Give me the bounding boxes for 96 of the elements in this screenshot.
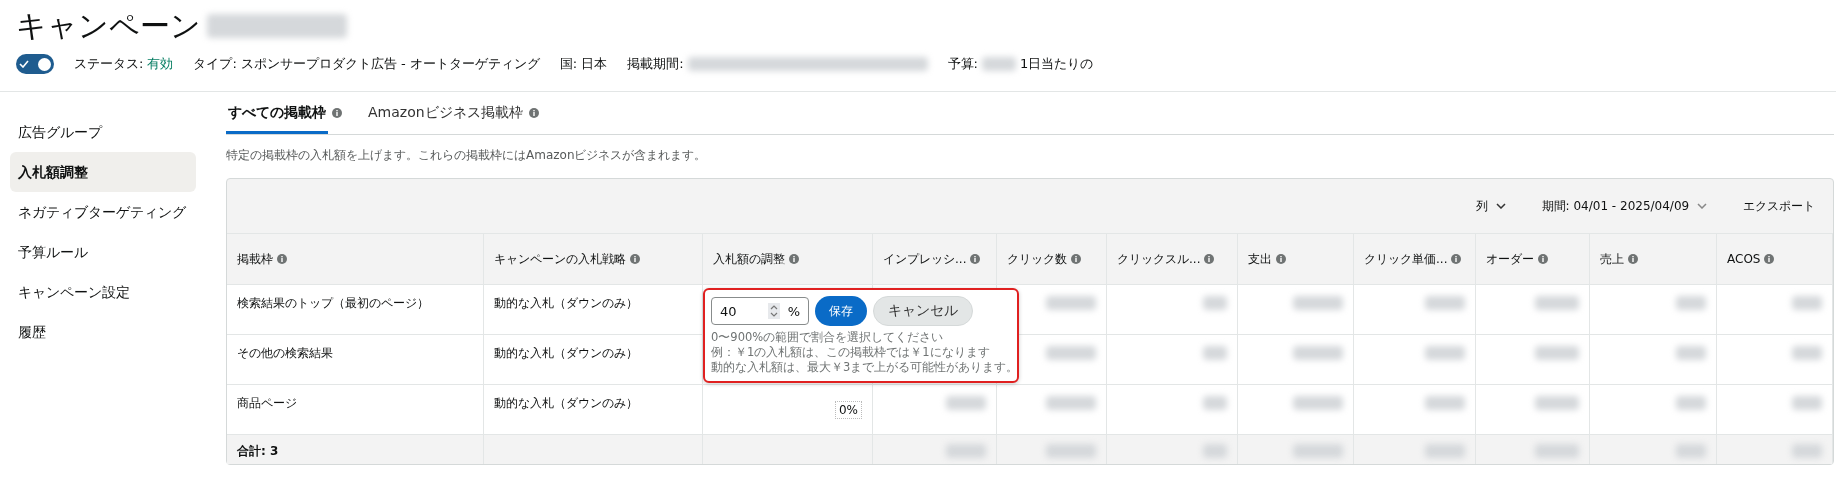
column-header: インプレッシ... [883,250,967,268]
info-icon [1204,254,1215,264]
redacted-text [1203,443,1227,458]
redacted-text [1676,443,1706,458]
chevron-down-icon [1697,203,1707,209]
column-header: 掲載枠 [237,250,273,268]
redacted-text [1046,443,1096,458]
info-icon [1764,254,1775,264]
table-cell: 動的な入札（ダウンのみ） [494,296,638,310]
redacted-text [1203,345,1227,360]
redacted-text [1535,443,1579,458]
column-header: 支出 [1248,250,1272,268]
redacted-text [981,57,1016,71]
redacted-text [1293,345,1343,360]
redacted-text [1792,295,1822,310]
column-header: クリックスル... [1117,250,1201,268]
column-header: 入札額の調整 [713,250,785,268]
info-icon [1276,254,1286,264]
redacted-text [1535,395,1579,410]
redacted-text [1425,395,1465,410]
info-icon [1451,254,1462,264]
description-text: 特定の掲載枠の入札額を上げます。これらの掲載枠にはAmazonビジネスが含まれます。 [226,147,708,164]
redacted-text [1676,295,1706,310]
table-cell: 動的な入札（ダウンのみ） [494,346,638,360]
info-icon [1071,254,1081,264]
hint-text: 動的な入札額は、最大￥3まで上がる可能性があります。 [711,360,1011,375]
cancel-button[interactable]: キャンセル [873,296,973,326]
redacted-text [1203,295,1227,310]
meta-value: 日本 [581,55,608,73]
adjustment-value[interactable]: 0% [834,401,862,419]
redacted-text [1046,295,1096,310]
meta-label: タイプ: [193,55,237,73]
column-header: クリック単価... [1364,250,1448,268]
info-icon [277,254,287,264]
sidebar-item[interactable]: 履歴 [10,312,196,352]
info-icon [1628,254,1638,264]
info-icon [789,254,799,264]
redacted-text [1293,395,1343,410]
meta-value: スポンサープロダクト広告 - オートターゲティング [240,55,540,73]
column-header: キャンペーンの入札戦略 [494,250,626,268]
column-header: クリック数 [1007,250,1067,268]
date-range-button[interactable]: 期間: 04/01 - 2025/04/09 [1541,197,1707,215]
check-icon [19,60,29,68]
columns-button[interactable]: 列 [1475,197,1506,215]
meta-label: 予算: [947,55,978,73]
percent-input[interactable]: 40 % [711,297,809,325]
redacted-text [1792,395,1822,410]
column-header: 売上 [1600,250,1624,268]
table-cell: 動的な入札（ダウンのみ） [494,396,638,410]
sidebar-item[interactable]: 入札額調整 [10,152,196,192]
info-icon [332,108,342,118]
meta-value: 1日当たりの [1019,55,1094,73]
status-toggle[interactable] [16,54,54,74]
info-icon [630,254,640,264]
redacted-text [1425,345,1465,360]
column-header: ACOS [1727,252,1761,266]
export-button[interactable]: エクスポート [1743,197,1815,215]
redacted-text [1046,345,1096,360]
page-title: キャンペーン [16,6,201,45]
sidebar-item[interactable]: キャンペーン設定 [10,272,196,312]
redacted-text [1425,295,1465,310]
status-label: ステータス: [74,55,144,73]
column-header: オーダー [1486,250,1534,268]
redacted-text [1046,395,1096,410]
table-cell: その他の検索結果 [237,346,333,360]
table-cell: 商品ページ [237,396,297,410]
info-icon [1538,254,1548,264]
total-label: 合計: 3 [237,444,279,458]
tab[interactable]: Amazonビジネス掲載枠 [366,92,525,134]
hint-text: 0〜900%の範囲で割合を選択してください [711,330,945,345]
redacted-text [1293,295,1343,310]
chevron-down-icon [1495,203,1506,209]
redacted-text [946,443,986,458]
info-icon [970,254,981,264]
redacted-text [1535,345,1579,360]
info-icon [528,108,539,118]
meta-label: 掲載期間: [627,55,684,73]
redacted-text [1535,295,1579,310]
sidebar-item[interactable]: 予算ルール [10,232,196,272]
hint-text: 例：￥1の入札額は、この掲載枠では￥1になります [711,345,991,360]
redacted-text [1203,395,1227,410]
tab[interactable]: すべての掲載枠 [226,92,328,134]
sidebar-item[interactable]: 広告グループ [10,112,196,152]
status-value: 有効 [147,55,174,73]
save-button[interactable]: 保存 [815,296,867,326]
redacted-text [946,395,986,410]
redacted-text [1792,345,1822,360]
redacted-text [1792,443,1822,458]
table-cell: 検索結果のトップ（最初のページ） [237,296,429,310]
meta-label: 国: [559,55,578,73]
redacted-text [1293,443,1343,458]
redacted-text [1676,345,1706,360]
redacted-text [1425,443,1465,458]
spinner-icon[interactable] [767,303,780,319]
sidebar-item[interactable]: ネガティブターゲティング [10,192,196,232]
redacted-text [1676,395,1706,410]
